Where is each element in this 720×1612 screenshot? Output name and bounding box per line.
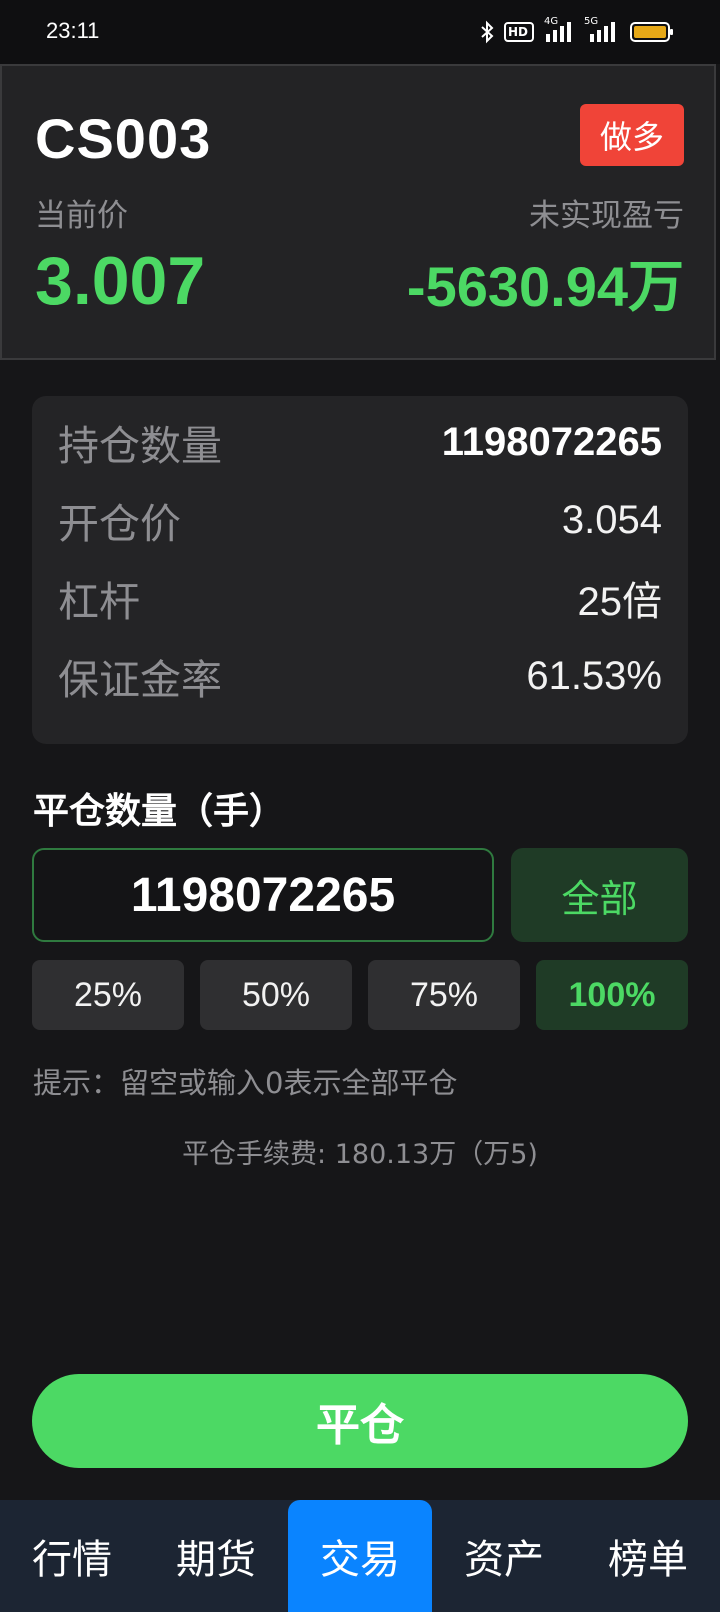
detail-label: 开仓价 [58,500,181,548]
current-price-label: 当前价 [35,198,128,234]
bottom-nav: 行情 期货 交易 资产 榜单 [0,1500,720,1612]
bluetooth-icon [480,20,494,44]
close-position-button[interactable]: 平仓 [32,1374,688,1468]
side-badge: 做多 [580,104,684,166]
detail-row-margin-rate: 保证金率 61.53% [58,646,662,706]
detail-row-leverage: 杠杆 25倍 [58,568,662,628]
current-price-value: 3.007 [35,243,206,319]
detail-label: 杠杆 [58,578,140,626]
detail-row-quantity: 持仓数量 1198072265 [58,412,662,472]
detail-row-open-price: 开仓价 3.054 [58,490,662,550]
nav-item-trade[interactable]: 交易 [288,1500,432,1612]
close-quantity-title: 平仓数量（手） [33,791,286,832]
hint-text: 提示：留空或输入0表示全部平仓 [33,1066,458,1100]
percent-100-button[interactable]: 100% [536,960,688,1030]
status-icons: HD 4G 5G [480,16,674,46]
detail-value: 3.054 [561,497,662,542]
detail-value: 1198072265 [441,419,662,464]
symbol-title: CS003 [35,107,212,170]
detail-value: 25倍 [577,580,663,624]
percent-50-button[interactable]: 50% [200,960,352,1030]
network-5g-label: 5G [584,16,599,27]
network-4g-label: 4G [544,16,559,27]
position-header: CS003 做多 当前价 3.007 未实现盈亏 -5630.94万 [0,64,716,360]
battery-icon [630,20,674,44]
position-details-card: 持仓数量 1198072265 开仓价 3.054 杠杆 25倍 保证金率 61… [32,396,688,744]
status-bar: 23:11 HD 4G 5G [0,0,720,64]
signal-5g-icon: 5G [584,16,620,44]
detail-value: 61.53% [526,653,662,698]
percent-75-button[interactable]: 75% [368,960,520,1030]
detail-label: 保证金率 [58,656,222,704]
detail-label: 持仓数量 [58,422,222,470]
nav-item-assets[interactable]: 资产 [432,1500,576,1612]
signal-4g-icon: 4G [544,16,574,44]
nav-item-market[interactable]: 行情 [0,1500,144,1612]
unrealized-pnl-label: 未实现盈亏 [529,198,684,234]
close-fee-text: 平仓手续费: 180.13万（万5) [182,1139,538,1170]
percent-25-button[interactable]: 25% [32,960,184,1030]
close-quantity-input[interactable] [32,848,494,942]
status-time: 23:11 [46,18,100,43]
all-quantity-button[interactable]: 全部 [511,848,688,942]
unrealized-pnl-value: -5630.94万 [406,255,684,318]
hd-voice-icon: HD [504,22,534,42]
nav-item-futures[interactable]: 期货 [144,1500,288,1612]
nav-item-leaderboard[interactable]: 榜单 [576,1500,720,1612]
